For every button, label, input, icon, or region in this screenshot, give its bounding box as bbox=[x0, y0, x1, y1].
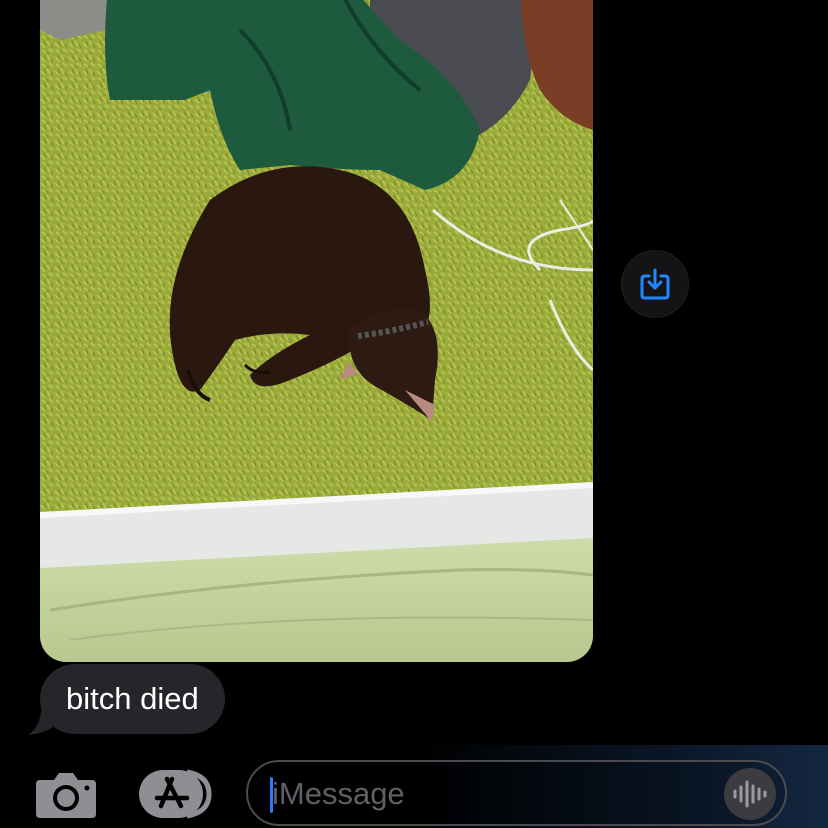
message-input-placeholder: iMessage bbox=[272, 776, 405, 811]
camera-icon bbox=[36, 773, 96, 818]
waveform-icon bbox=[733, 780, 767, 808]
message-bubble[interactable]: bitch died bbox=[40, 664, 225, 734]
photo-attachment[interactable] bbox=[40, 0, 593, 662]
camera-button[interactable] bbox=[34, 770, 98, 820]
save-to-photos-icon bbox=[640, 268, 670, 300]
message-input[interactable]: iMessage bbox=[246, 760, 787, 826]
app-store-button[interactable] bbox=[137, 768, 215, 820]
voice-message-button[interactable] bbox=[724, 768, 776, 820]
app-store-icon bbox=[139, 769, 212, 819]
save-photo-button[interactable] bbox=[621, 250, 689, 318]
messages-screen: bitch died iMessage bbox=[0, 0, 828, 828]
message-text: bitch died bbox=[66, 681, 199, 716]
photo-image bbox=[40, 0, 593, 662]
